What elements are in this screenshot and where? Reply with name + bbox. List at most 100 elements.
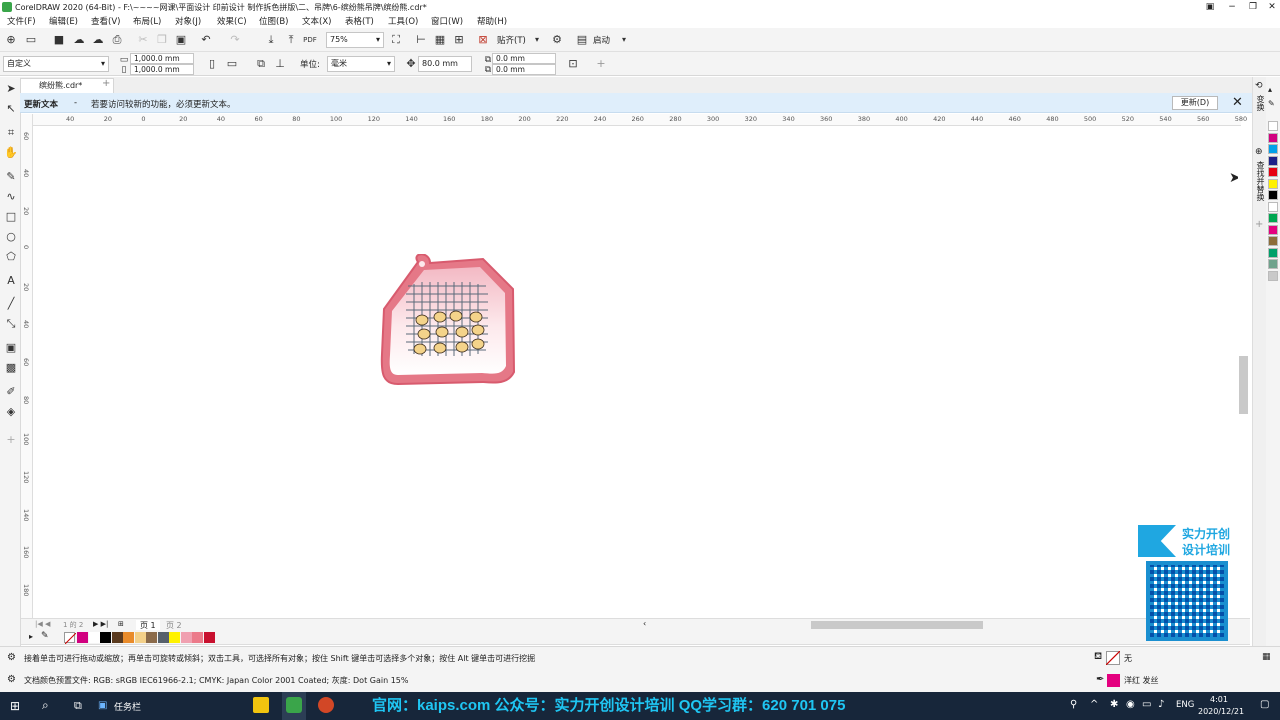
bluetooth-icon[interactable]: ✱	[1110, 699, 1118, 710]
menu-edit[interactable]: 编辑(E)	[49, 15, 78, 27]
clock-date[interactable]: 2020/12/21	[1198, 707, 1244, 716]
input-language[interactable]: ENG	[1176, 700, 1194, 710]
launch-icon[interactable]: ▤	[575, 33, 589, 47]
color-swatch[interactable]	[180, 632, 192, 643]
color-swatch[interactable]	[1268, 224, 1278, 235]
eyedropper-icon[interactable]: ✎	[1268, 99, 1275, 108]
eyedropper-tool-icon[interactable]: ✐	[4, 385, 18, 399]
menu-file[interactable]: 文件(F)	[7, 15, 36, 27]
page-frame-icon[interactable]: ⊡	[566, 57, 580, 71]
polygon-tool-icon[interactable]: ⬠	[4, 250, 18, 264]
page-preset-select[interactable]: 自定义 ▾	[3, 56, 109, 72]
vertical-scrollbar[interactable]	[1238, 126, 1250, 618]
menu-table[interactable]: 表格(T)	[345, 15, 374, 27]
tray-chevron-icon[interactable]: ^	[1090, 699, 1098, 710]
add-page-icon[interactable]: ⊞	[118, 620, 124, 628]
color-swatch[interactable]	[1268, 178, 1278, 189]
options-gear-icon[interactable]: ⚙	[550, 33, 564, 47]
document-tab[interactable]: 缤纷熊.cdr*	[20, 78, 114, 93]
launch-label[interactable]: 启动	[593, 34, 610, 46]
close-button[interactable]: ✕	[1262, 1, 1280, 13]
windows-start-icon[interactable]: ⊞	[10, 699, 20, 713]
redo-icon[interactable]: ↷	[228, 33, 242, 47]
save-icon[interactable]: ■	[52, 33, 66, 47]
open-icon[interactable]: ▭	[24, 33, 38, 47]
crop-tool-icon[interactable]: ⌗	[4, 126, 18, 140]
upload-icon[interactable]: ☁	[91, 33, 105, 47]
add-icon[interactable]: +	[594, 57, 608, 71]
rectangle-tool-icon[interactable]: □	[4, 210, 18, 224]
file-explorer-icon[interactable]	[253, 697, 269, 713]
nudge-distance-field[interactable]: 80.0 mm	[418, 56, 472, 72]
menu-object[interactable]: 对象(J)	[175, 15, 201, 27]
units-select[interactable]: 毫米 ▾	[327, 56, 395, 72]
cloud-icon[interactable]: ☁	[72, 33, 86, 47]
menu-window[interactable]: 窗口(W)	[431, 15, 463, 27]
duplicate-x-field[interactable]: 0.0 mm	[492, 53, 556, 64]
cut-icon[interactable]: ✂	[136, 33, 150, 47]
new-tab-icon[interactable]: +	[102, 78, 110, 89]
new-document-icon[interactable]: ⊕	[4, 33, 18, 47]
menu-view[interactable]: 查看(V)	[91, 15, 120, 27]
export-icon[interactable]: ⤒	[284, 33, 298, 47]
color-swatch[interactable]	[1268, 259, 1278, 269]
palette-menu-icon[interactable]: ▸	[29, 632, 33, 641]
import-icon[interactable]: ⤓	[264, 33, 278, 47]
pdf-icon[interactable]: PDF	[303, 33, 317, 47]
color-swatch[interactable]	[1268, 190, 1278, 200]
find-icon[interactable]: ⊕	[1255, 147, 1263, 157]
color-swatch[interactable]	[1268, 167, 1278, 177]
all-pages-icon[interactable]: ⧉	[254, 57, 268, 71]
color-swatch[interactable]	[88, 632, 100, 643]
chevron-down-icon[interactable]: ▾	[617, 33, 631, 47]
color-swatch[interactable]	[1268, 270, 1278, 281]
docker-tab-transform[interactable]: 变换	[1255, 95, 1266, 111]
update-button[interactable]: 更新(D)	[1172, 96, 1218, 110]
eyedropper-icon[interactable]: ✎	[41, 631, 49, 641]
ellipse-tool-icon[interactable]: ○	[4, 230, 18, 244]
print-icon[interactable]: ⎙	[110, 33, 124, 47]
pick-tool-icon[interactable]: ➤	[4, 82, 18, 96]
zoom-level-select[interactable]: 75% ▾	[326, 32, 384, 48]
coreldraw-taskbar-button[interactable]	[282, 692, 306, 720]
shadow-tool-icon[interactable]: ▣	[4, 341, 18, 355]
minimize-button[interactable]: −	[1222, 1, 1242, 13]
guidelines-icon[interactable]: ⊞	[452, 33, 466, 47]
drawing-canvas[interactable]: ➤	[33, 126, 1241, 618]
gear-icon[interactable]: ⚙	[7, 674, 16, 685]
menu-text[interactable]: 文本(X)	[302, 15, 331, 27]
taskbar-window-label[interactable]: 任务栏	[114, 700, 141, 713]
vertical-ruler[interactable]: 60 40 20 0 20 40 60 80 100 120 140 160 180	[21, 114, 33, 618]
person-icon[interactable]: ⚲	[1070, 699, 1077, 710]
color-swatch[interactable]	[1268, 121, 1278, 131]
docker-tab-find-replace[interactable]: 查找并替换	[1255, 161, 1266, 201]
color-swatch[interactable]	[157, 632, 169, 643]
volume-icon[interactable]: ♪	[1158, 699, 1164, 710]
snap-to-dropdown[interactable]: 贴齐(T)	[497, 34, 526, 46]
color-swatch[interactable]	[1268, 236, 1278, 246]
freehand-tool-icon[interactable]: ✎	[4, 170, 18, 184]
color-swatch[interactable]	[134, 632, 146, 643]
dimension-tool-icon[interactable]: ╱	[4, 297, 18, 311]
horizontal-scroll-thumb[interactable]	[811, 621, 983, 629]
menu-layout[interactable]: 布局(L)	[133, 15, 161, 27]
color-swatch[interactable]	[100, 632, 111, 643]
fill-tool-icon[interactable]: ◈	[4, 405, 18, 419]
pan-tool-icon[interactable]: ✋	[4, 146, 18, 160]
page-width-field[interactable]: 1,000.0 mm	[130, 53, 194, 64]
rulers-icon[interactable]: ⊢	[414, 33, 428, 47]
palette-icon[interactable]: ▦	[1262, 652, 1271, 662]
menu-help[interactable]: 帮助(H)	[477, 15, 507, 27]
add-docker-icon[interactable]: +	[1255, 219, 1263, 230]
notification-center-icon[interactable]: ▢	[1260, 699, 1269, 710]
display-icon[interactable]: ▭	[1142, 699, 1151, 710]
color-swatch[interactable]	[192, 632, 203, 643]
landscape-icon[interactable]: ▭	[225, 57, 239, 71]
chevron-down-icon[interactable]: ▾	[530, 33, 544, 47]
clock-time[interactable]: 4:01	[1210, 695, 1228, 704]
current-page-icon[interactable]: ⊥	[273, 57, 287, 71]
menu-tools[interactable]: 工具(O)	[388, 15, 418, 27]
powerpoint-icon[interactable]	[318, 697, 334, 713]
grid-icon[interactable]: ▦	[433, 33, 447, 47]
color-swatch[interactable]	[1268, 155, 1278, 166]
